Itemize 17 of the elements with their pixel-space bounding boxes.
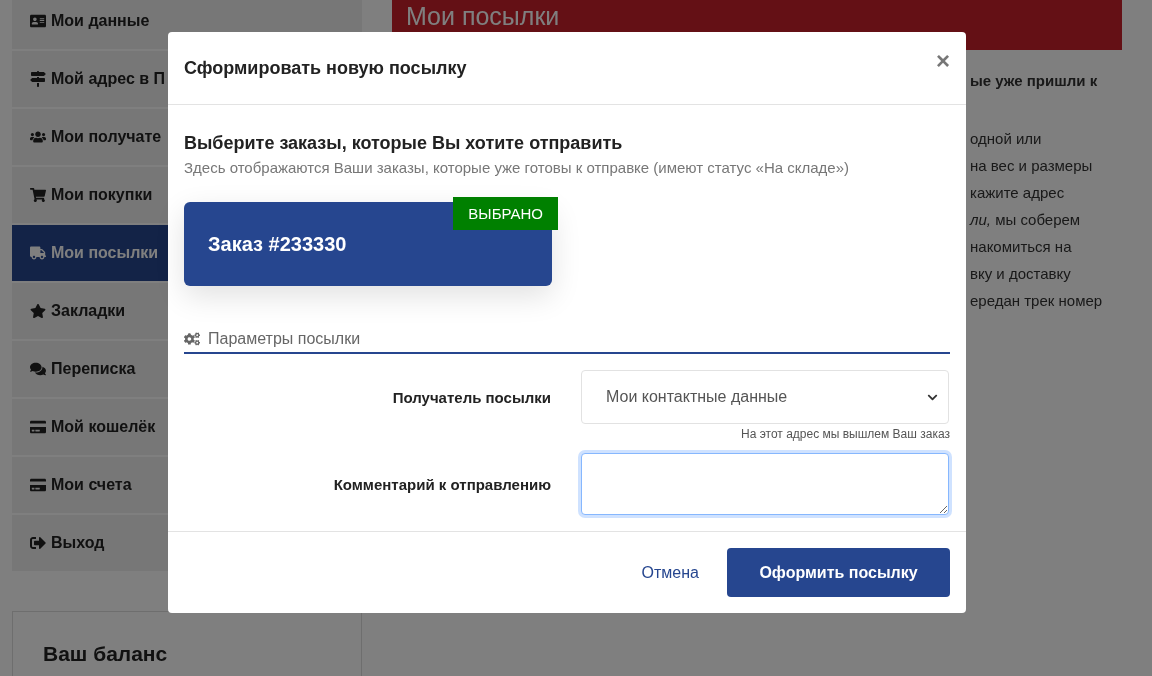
field-label: Получатель посылки	[391, 388, 551, 406]
paragraph-line: вку и доставку	[970, 264, 1072, 284]
paragraph-line: ли, мы соберем	[970, 210, 1082, 230]
section-title: Параметры посылки	[208, 330, 361, 348]
selected-badge: ВЫБРАНО	[453, 197, 558, 230]
paragraph-line: на вес и размеры	[970, 156, 1094, 176]
field-hint: На этот адрес мы вышлем Ваш заказ	[740, 427, 950, 441]
page-title: Мои посылки	[406, 3, 560, 30]
balance-title: Ваш баланс	[43, 642, 169, 666]
paragraph-line: ередан трек номер	[970, 291, 1104, 311]
modal-title: Сформировать новую посылку	[184, 57, 467, 79]
paragraph-line: одной или	[970, 129, 1043, 149]
paragraph-line: накомиться на	[970, 237, 1073, 257]
field-label: Комментарий к отправлению	[332, 475, 551, 493]
order-number: Заказ #233330	[208, 232, 347, 256]
paragraph-line: кажите адрес	[970, 183, 1066, 203]
intro-text: ые уже пришли к	[970, 72, 1099, 89]
